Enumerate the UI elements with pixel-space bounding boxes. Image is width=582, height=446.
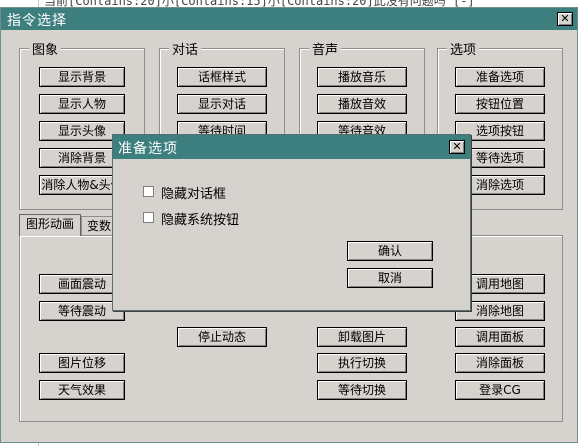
hide-system-buttons-label: 隐藏系统按钮: [161, 213, 240, 228]
prepare-options-button[interactable]: 准备选项: [455, 67, 545, 87]
show-background-button[interactable]: 显示背景: [39, 67, 125, 87]
dialog-close-button[interactable]: ✕: [449, 140, 465, 154]
window-title: 指令选择: [7, 13, 67, 29]
dialog-style-button[interactable]: 话框样式: [177, 67, 267, 87]
load-panel-button[interactable]: 调用面板: [455, 327, 545, 347]
confirm-button[interactable]: 确认: [347, 241, 433, 261]
dialog-titlebar: 准备选项 ✕: [113, 135, 470, 159]
group-dialogue-label: 对话: [169, 39, 202, 58]
stop-animation-button[interactable]: 停止动态: [177, 327, 267, 347]
register-cg-button[interactable]: 登录CG: [455, 380, 545, 400]
play-music-button[interactable]: 播放音乐: [317, 67, 407, 87]
tab-graphics-animation[interactable]: 图形动画: [19, 214, 81, 236]
button-position-button[interactable]: 按钮位置: [455, 94, 545, 114]
prepare-options-dialog: 准备选项 ✕ 隐藏对话框 隐藏系统按钮 确认 取消: [112, 134, 471, 311]
hide-dialog-box-label: 隐藏对话框: [161, 187, 227, 202]
remove-panel-button[interactable]: 消除面板: [455, 353, 545, 373]
hide-dialog-box-checkbox[interactable]: [143, 186, 154, 197]
group-image-label: 图象: [29, 39, 62, 58]
group-sound-label: 音声: [309, 39, 342, 58]
show-dialogue-button[interactable]: 显示对话: [177, 94, 267, 114]
group-options-label: 选项: [447, 39, 480, 58]
wait-transition-button[interactable]: 等待切换: [317, 380, 407, 400]
image-move-button[interactable]: 图片位移: [39, 353, 125, 373]
window-titlebar: 指令选择 ✕: [1, 8, 577, 30]
weather-effect-button[interactable]: 天气效果: [39, 380, 125, 400]
show-character-button[interactable]: 显示人物: [39, 94, 125, 114]
window-close-button[interactable]: ✕: [557, 12, 573, 26]
execute-transition-button[interactable]: 执行切换: [317, 353, 407, 373]
play-sound-effect-button[interactable]: 播放音效: [317, 94, 407, 114]
hide-system-buttons-checkbox[interactable]: [143, 212, 154, 223]
dialog-title: 准备选项: [118, 141, 178, 157]
cancel-button[interactable]: 取消: [347, 268, 433, 288]
unload-image-button[interactable]: 卸载图片: [317, 327, 407, 347]
